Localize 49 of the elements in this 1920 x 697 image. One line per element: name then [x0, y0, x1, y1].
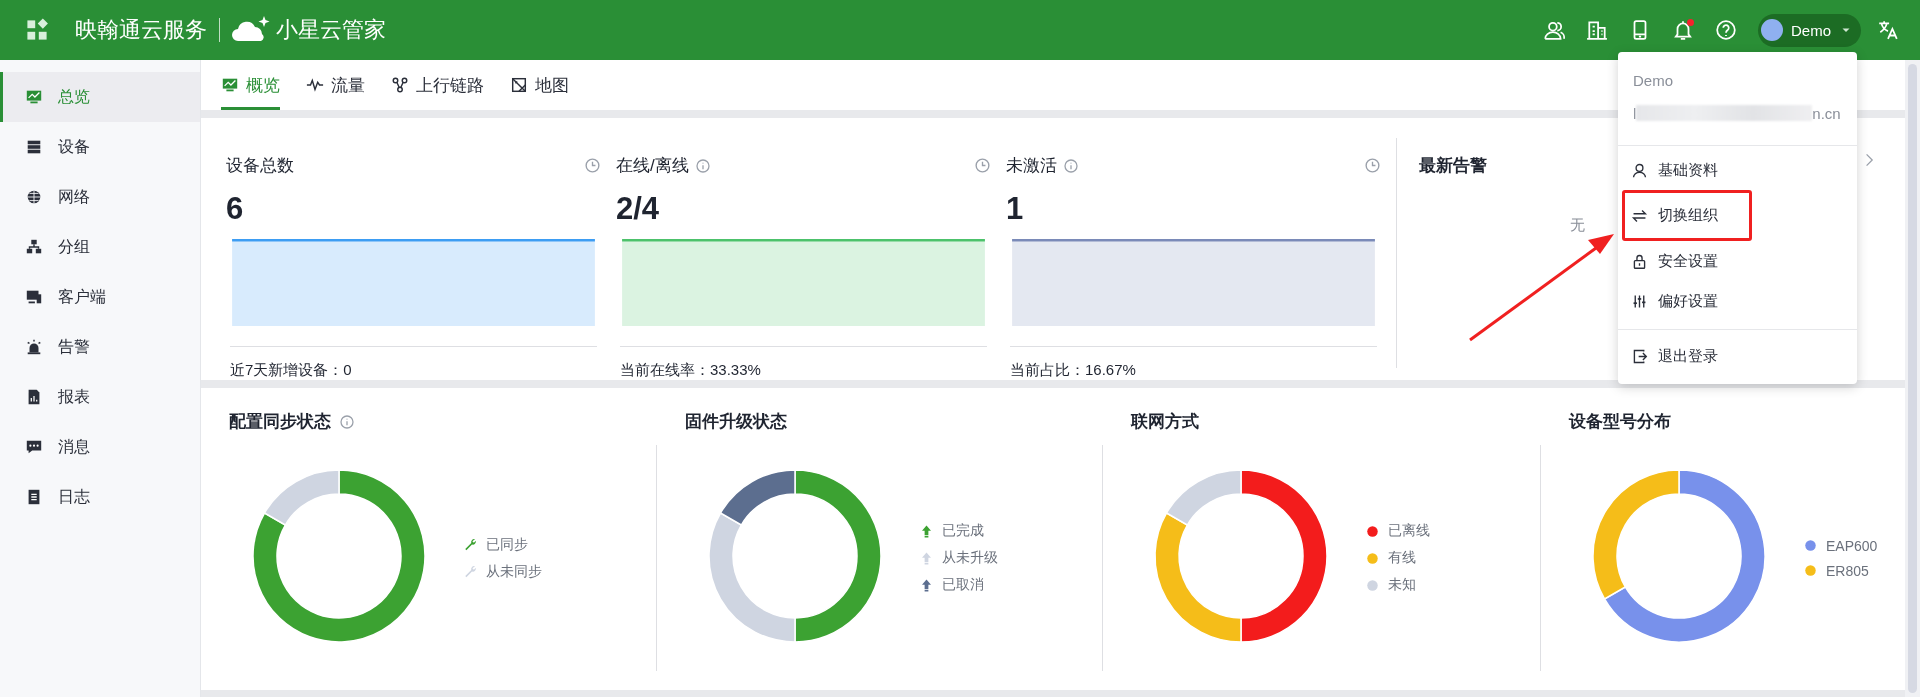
- product-name: 小星云管家: [276, 16, 386, 44]
- user-menu-button[interactable]: Demo: [1758, 13, 1861, 47]
- legend-label: EAP600: [1826, 537, 1878, 554]
- sidebar-item[interactable]: 客户端: [0, 272, 200, 322]
- brand-name: 映翰通云服务: [75, 16, 207, 44]
- legend-label: ER805: [1826, 562, 1869, 579]
- sidebar-item[interactable]: 日志: [0, 472, 200, 522]
- email-end: n.cn: [1812, 104, 1841, 122]
- sidebar-item[interactable]: 报表: [0, 372, 200, 422]
- legend-label: 已同步: [486, 535, 528, 554]
- sidebar-item[interactable]: 告警: [0, 322, 200, 372]
- empty-text: 无: [1570, 216, 1585, 235]
- email-start: l: [1633, 104, 1637, 122]
- stat-title: 设备总数: [226, 155, 294, 177]
- legend-label: 已离线: [1388, 522, 1430, 540]
- stat-title: 未激活: [1006, 155, 1057, 177]
- alarms-title: 最新告警: [1419, 156, 1487, 175]
- stat-value: 1: [1006, 191, 1025, 227]
- tab[interactable]: 流量: [306, 60, 365, 110]
- legend-label: 已取消: [942, 576, 984, 594]
- legend-label: 未知: [1388, 576, 1416, 594]
- sidebar-item[interactable]: 网络: [0, 172, 200, 222]
- stat-footer: 当前在线率：33.33%: [620, 346, 987, 380]
- menu-item[interactable]: 基础资料: [1618, 150, 1857, 190]
- chart-title: 配置同步状态: [229, 411, 331, 433]
- chart-title: 设备型号分布: [1569, 411, 1671, 433]
- stat-value: 2/4: [616, 191, 661, 227]
- sidebar-item[interactable]: 分组: [0, 222, 200, 272]
- chart-title: 联网方式: [1131, 411, 1199, 433]
- chart-title: 固件升级状态: [685, 411, 787, 433]
- sidebar-item[interactable]: 总览: [0, 72, 200, 122]
- legend-label: 有线: [1388, 549, 1416, 567]
- sidebar-item[interactable]: 设备: [0, 122, 200, 172]
- tab[interactable]: 上行链路: [391, 60, 484, 110]
- legend-label: 从未同步: [486, 562, 542, 581]
- legend-label: 已完成: [942, 522, 984, 540]
- legend-label: 从未升级: [942, 549, 998, 567]
- stat-footer: 近7天新增设备：0: [230, 346, 597, 380]
- tab[interactable]: 概览: [221, 60, 280, 110]
- menu-item[interactable]: 切换组织: [1622, 190, 1752, 241]
- sidebar-item[interactable]: 消息: [0, 422, 200, 472]
- user-name: Demo: [1632, 72, 1674, 89]
- menu-item[interactable]: 安全设置: [1618, 241, 1857, 281]
- tab[interactable]: 地图: [510, 60, 569, 110]
- logout-item[interactable]: 退出登录: [1618, 336, 1857, 376]
- stat-footer: 当前占比：16.67%: [1010, 346, 1377, 380]
- stat-value: 6: [226, 191, 245, 227]
- menu-item[interactable]: 偏好设置: [1618, 281, 1857, 321]
- stat-title: 在线/离线: [616, 155, 689, 177]
